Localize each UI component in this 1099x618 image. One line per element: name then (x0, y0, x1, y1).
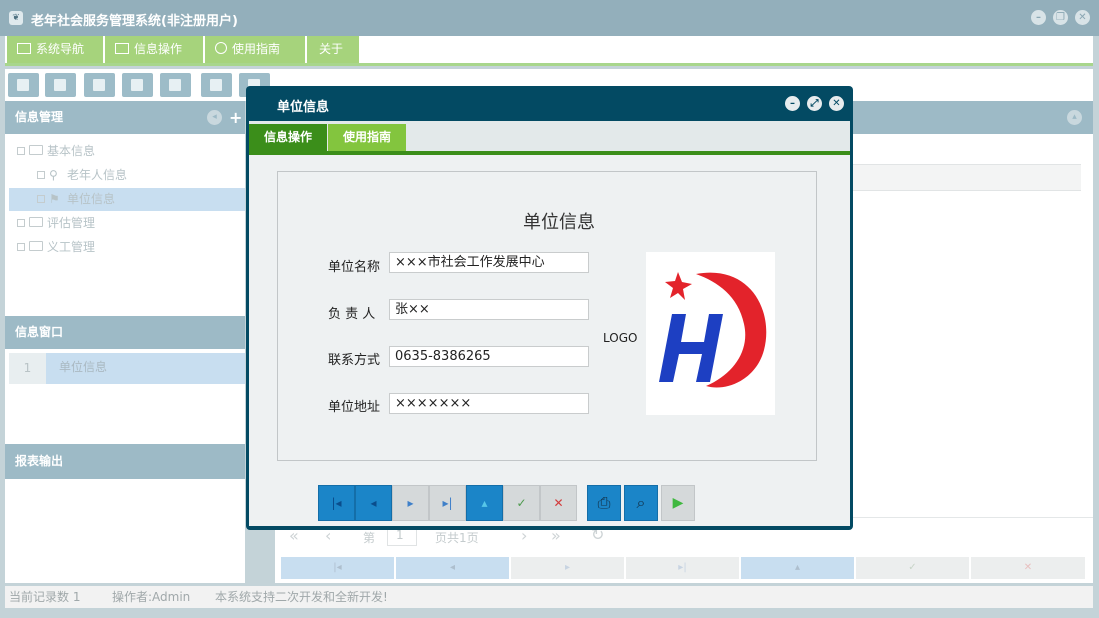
save-button[interactable]: ✓ (503, 485, 540, 521)
collapse-left-icon[interactable]: ◂ (207, 110, 222, 125)
logo-monogram (659, 314, 723, 382)
unit-info-form: 单位信息 单位名称 ×××市社会工作发展中心 负 责 人 张×× 联系方式 06… (277, 171, 817, 461)
print-button[interactable]: ⎙ (587, 485, 621, 521)
folder-icon (29, 217, 43, 227)
status-bar: 当前记录数 1 操作者:Admin 本系统支持二次开发和全新开发! (5, 586, 1093, 608)
dialog-minimize-icon[interactable]: – (785, 96, 800, 111)
first-record-button[interactable]: |◂ (318, 485, 355, 521)
menu-bar: 系统导航 信息操作 使用指南 关于 (5, 36, 1093, 66)
last-record-button[interactable]: ▸| (429, 485, 466, 521)
operator-label: 操作者:Admin (112, 590, 191, 604)
bottom-save-button[interactable]: ✓ (856, 557, 969, 579)
bottom-upload-button[interactable]: ▴ (741, 557, 854, 579)
contact-field[interactable]: 0635-8386265 (389, 346, 589, 367)
tab-info-operations[interactable]: 信息操作 (105, 36, 203, 63)
tree-item-elderly-info[interactable]: ⚲ 老年人信息 (9, 164, 245, 187)
close-icon[interactable]: ✕ (1075, 10, 1090, 25)
person-in-charge-label: 负 责 人 (328, 307, 376, 322)
bottom-prev-button[interactable]: ◂ (396, 557, 509, 579)
toolbar-document-button[interactable] (84, 73, 115, 97)
person-in-charge-field[interactable]: 张×× (389, 299, 589, 320)
info-window-header: 信息窗口 (5, 316, 245, 349)
help-icon (215, 42, 227, 54)
record-count: 当前记录数 1 (9, 590, 81, 604)
dialog-body: 信息操作 使用指南 单位信息 单位名称 ×××市社会工作发展中心 负 责 人 张… (249, 121, 850, 526)
dialog-close-icon[interactable]: ✕ (829, 96, 844, 111)
expand-icon (17, 243, 25, 251)
address-label: 单位地址 (328, 400, 381, 415)
system-notice: 本系统支持二次开发和全新开发! (215, 590, 388, 604)
tree-item-assessment[interactable]: 评估管理 (17, 212, 253, 235)
form-title: 单位信息 (523, 212, 595, 233)
unit-icon: ⚑ (49, 192, 60, 206)
tab-user-guide[interactable]: 使用指南 (205, 36, 305, 63)
window-icon (169, 79, 181, 91)
logo-label: LOGO (603, 331, 638, 345)
restore-icon[interactable]: ❐ (1053, 10, 1068, 25)
tree-item-volunteer[interactable]: 义工管理 (17, 236, 253, 259)
prev-record-button[interactable]: ◂ (355, 485, 392, 521)
list-icon (54, 79, 66, 91)
expand-icon (37, 171, 45, 179)
unit-name-field[interactable]: ×××市社会工作发展中心 (389, 252, 589, 273)
upload-button[interactable]: ▴ (466, 485, 503, 521)
add-icon[interactable]: + (229, 101, 242, 134)
search-icon (17, 79, 29, 91)
tree-item-basic-info[interactable]: 基本信息 (17, 140, 253, 163)
users-icon (131, 79, 143, 91)
tree-item-unit-info[interactable]: ⚑ 单位信息 (9, 188, 245, 211)
window-list-item[interactable]: 1 单位信息 (9, 353, 245, 384)
info-management-header: 信息管理 ◂ + (5, 101, 245, 134)
app-title: 老年社会服务管理系统(非注册用户) (31, 14, 238, 29)
folder-icon (29, 145, 43, 155)
toolbar-list-button[interactable] (45, 73, 76, 97)
dialog-title: 单位信息 (277, 100, 330, 115)
grid-icon (115, 43, 129, 54)
left-panel: 信息管理 ◂ + 基本信息 ⚲ 老年人信息 ⚑ 单位信息 评估管理 义工管理 信息窗… (5, 101, 245, 583)
unit-info-dialog: 单位信息 – ⤢ ✕ 信息操作 使用指南 单位信息 单位名称 ×××市社会工作发… (246, 86, 853, 530)
app-logo-icon: ❦ (9, 11, 23, 25)
document-icon (93, 79, 105, 91)
dialog-tab-info-operations[interactable]: 信息操作 (249, 124, 327, 151)
expand-icon (37, 195, 45, 203)
print-preview-button[interactable]: ⌕ (624, 485, 658, 521)
report-output-header: 报表输出 (5, 444, 245, 479)
bottom-first-button[interactable]: |◂ (281, 557, 394, 579)
expand-icon (17, 147, 25, 155)
expand-icon (17, 219, 25, 227)
address-field[interactable]: ××××××× (389, 393, 589, 414)
title-bar: ❦ 老年社会服务管理系统(非注册用户) – ❐ ✕ (0, 0, 1099, 36)
toolbar-export-button[interactable] (201, 73, 232, 97)
toolbar-users-button[interactable] (122, 73, 153, 97)
unit-logo-image[interactable] (646, 252, 775, 415)
next-record-button[interactable]: ▸ (392, 485, 429, 521)
contact-label: 联系方式 (328, 353, 381, 368)
bottom-nav-bar: |◂ ◂ ▸ ▸| ▴ ✓ ✕ (281, 557, 1087, 579)
export-icon (210, 79, 222, 91)
folder-icon (29, 241, 43, 251)
toolbar-window-button[interactable] (160, 73, 191, 97)
minimize-icon[interactable]: – (1031, 10, 1046, 25)
run-button[interactable]: ▶ (661, 485, 695, 521)
bottom-cancel-button[interactable]: ✕ (971, 557, 1085, 579)
dialog-tab-user-guide[interactable]: 使用指南 (328, 124, 406, 151)
unit-name-label: 单位名称 (328, 260, 381, 275)
tab-about[interactable]: 关于 (307, 36, 359, 63)
tab-system-nav[interactable]: 系统导航 (7, 36, 103, 63)
dialog-maximize-icon[interactable]: ⤢ (807, 96, 822, 111)
dialog-tab-bar: 信息操作 使用指南 (249, 121, 850, 155)
monitor-icon (17, 43, 31, 54)
bottom-next-button[interactable]: ▸ (511, 557, 624, 579)
person-search-icon: ⚲ (49, 168, 58, 182)
collapse-up-icon[interactable]: ▴ (1067, 110, 1082, 125)
cancel-button[interactable]: ✕ (540, 485, 577, 521)
toolbar-search-button[interactable] (8, 73, 39, 97)
bottom-last-button[interactable]: ▸| (626, 557, 739, 579)
